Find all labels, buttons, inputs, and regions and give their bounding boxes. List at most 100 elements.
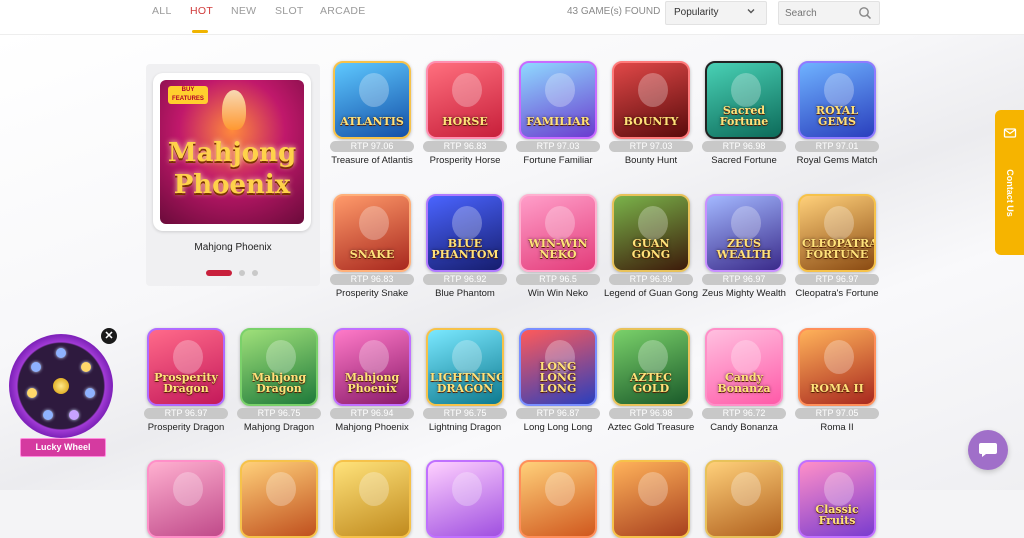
close-icon[interactable]: ✕ xyxy=(101,328,117,344)
featured-game-art: BUY FEATURES Mahjong Phoenix xyxy=(160,80,304,224)
game-thumbnail[interactable]: LIGHTNING DRAGON xyxy=(426,328,504,406)
carousel-dot[interactable] xyxy=(239,270,245,276)
rtp-badge: RTP 96.94 xyxy=(330,408,414,419)
wheel-gem-icon xyxy=(81,362,91,372)
game-name[interactable]: Roma II xyxy=(789,422,885,434)
game-thumbnail[interactable] xyxy=(426,460,504,538)
phoenix-graphic xyxy=(222,90,246,130)
featured-game-tile[interactable]: BUY FEATURES Mahjong Phoenix xyxy=(153,73,311,231)
wheel-gem-icon xyxy=(31,362,41,372)
search-icon[interactable] xyxy=(858,6,872,20)
rtp-badge: RTP 96.83 xyxy=(423,141,507,152)
game-thumbnail[interactable]: BOUNTY xyxy=(612,61,690,139)
game-character-graphic xyxy=(266,340,296,374)
chat-button[interactable] xyxy=(968,430,1008,470)
rtp-badge: RTP 96.87 xyxy=(516,408,600,419)
tab-slot[interactable]: SLOT xyxy=(275,5,304,17)
game-character-graphic xyxy=(731,73,761,107)
game-thumbnail[interactable]: FAMILIAR xyxy=(519,61,597,139)
lucky-wheel[interactable] xyxy=(9,334,113,438)
game-logo-text: ZEUS WEALTH xyxy=(716,237,772,261)
tab-hot[interactable]: HOT xyxy=(190,5,213,17)
game-character-graphic xyxy=(545,472,575,506)
game-name[interactable]: Bounty Hunt xyxy=(603,155,699,167)
game-logo-text: ATLANTIS xyxy=(340,115,404,128)
featured-carousel: BUY FEATURES Mahjong Phoenix Mahjong Pho… xyxy=(146,64,320,286)
game-thumbnail[interactable] xyxy=(147,460,225,538)
game-thumbnail[interactable] xyxy=(705,460,783,538)
game-character-graphic xyxy=(638,340,668,374)
game-thumbnail[interactable] xyxy=(333,460,411,538)
wheel-gem-icon xyxy=(69,410,79,420)
mail-icon xyxy=(1003,128,1017,138)
game-thumbnail[interactable]: BLUE PHANTOM xyxy=(426,194,504,272)
rtp-badge: RTP 96.75 xyxy=(423,408,507,419)
featured-game-name[interactable]: Mahjong Phoenix xyxy=(146,242,320,253)
game-name[interactable]: Prosperity Horse xyxy=(417,155,513,167)
game-name[interactable]: Mahjong Dragon xyxy=(231,422,327,434)
rtp-badge: RTP 96.98 xyxy=(609,408,693,419)
game-thumbnail[interactable]: ROMA II xyxy=(798,328,876,406)
game-logo-text: Mahjong Phoenix xyxy=(344,371,400,395)
game-name[interactable]: Candy Bonanza xyxy=(696,422,792,434)
game-character-graphic xyxy=(638,472,668,506)
game-thumbnail[interactable]: Prosperity Dragon xyxy=(147,328,225,406)
game-thumbnail[interactable]: SNAKE xyxy=(333,194,411,272)
game-thumbnail[interactable]: ZEUS WEALTH xyxy=(705,194,783,272)
game-character-graphic xyxy=(824,206,854,240)
game-thumbnail[interactable]: GUAN GONG xyxy=(612,194,690,272)
tab-arcade[interactable]: ARCADE xyxy=(320,5,366,17)
game-name[interactable]: Aztec Gold Treasure xyxy=(603,422,699,434)
tab-new[interactable]: NEW xyxy=(231,5,256,17)
game-name[interactable]: Prosperity Snake xyxy=(324,288,420,300)
game-thumbnail[interactable]: AZTEC GOLD xyxy=(612,328,690,406)
rtp-badge: RTP 96.99 xyxy=(609,274,693,285)
game-name[interactable]: Cleopatra's Fortune xyxy=(789,288,885,300)
game-logo-text: Sacred Fortune xyxy=(719,104,769,128)
game-thumbnail[interactable]: ATLANTIS xyxy=(333,61,411,139)
game-thumbnail[interactable] xyxy=(519,460,597,538)
rtp-badge: RTP 97.03 xyxy=(516,141,600,152)
rtp-badge: RTP 96.72 xyxy=(702,408,786,419)
game-name[interactable]: Long Long Long xyxy=(510,422,606,434)
game-thumbnail[interactable]: Mahjong Dragon xyxy=(240,328,318,406)
carousel-dot[interactable] xyxy=(252,270,258,276)
game-character-graphic xyxy=(359,73,389,107)
lucky-wheel-widget[interactable]: ✕ Lucky Wheel xyxy=(5,328,117,457)
game-name[interactable]: Treasure of Atlantis xyxy=(324,155,420,167)
game-logo-text: Candy Bonanza xyxy=(717,371,771,395)
contact-us-tab[interactable]: Contact Us xyxy=(995,110,1024,255)
game-thumbnail[interactable]: LONG LONG LONG xyxy=(519,328,597,406)
wheel-gem-icon xyxy=(27,388,37,398)
sort-select[interactable]: Popularity xyxy=(665,1,767,25)
game-thumbnail[interactable]: WIN-WIN NEKO xyxy=(519,194,597,272)
featured-art-title-line1: Mahjong xyxy=(167,138,297,168)
game-thumbnail[interactable]: HORSE xyxy=(426,61,504,139)
game-name[interactable]: Fortune Familiar xyxy=(510,155,606,167)
game-character-graphic xyxy=(545,73,575,107)
game-name[interactable]: Legend of Guan Gong xyxy=(603,288,699,300)
carousel-dot-active[interactable] xyxy=(206,270,232,276)
game-name[interactable]: Royal Gems Match xyxy=(789,155,885,167)
wheel-gem-icon xyxy=(85,388,95,398)
game-thumbnail[interactable] xyxy=(612,460,690,538)
game-thumbnail[interactable]: Sacred Fortune xyxy=(705,61,783,139)
game-name[interactable]: Win Win Neko xyxy=(510,288,606,300)
search-input[interactable] xyxy=(783,5,855,21)
lucky-wheel-label[interactable]: Lucky Wheel xyxy=(20,438,106,457)
game-thumbnail[interactable] xyxy=(240,460,318,538)
game-name[interactable]: Prosperity Dragon xyxy=(138,422,234,434)
game-thumbnail[interactable]: ROYAL GEMS xyxy=(798,61,876,139)
rtp-badge: RTP 96.97 xyxy=(795,274,879,285)
game-name[interactable]: Lightning Dragon xyxy=(417,422,513,434)
game-thumbnail[interactable]: Candy Bonanza xyxy=(705,328,783,406)
game-name[interactable]: Zeus Mighty Wealth xyxy=(696,288,792,300)
game-thumbnail[interactable]: Mahjong Phoenix xyxy=(333,328,411,406)
game-thumbnail[interactable]: CLEOPATRA'S FORTUNE xyxy=(798,194,876,272)
game-thumbnail[interactable]: Classic Fruits xyxy=(798,460,876,538)
wheel-hub[interactable] xyxy=(53,378,69,394)
tab-all[interactable]: ALL xyxy=(152,5,172,17)
game-name[interactable]: Blue Phantom xyxy=(417,288,513,300)
game-name[interactable]: Mahjong Phoenix xyxy=(324,422,420,434)
game-name[interactable]: Sacred Fortune xyxy=(696,155,792,167)
